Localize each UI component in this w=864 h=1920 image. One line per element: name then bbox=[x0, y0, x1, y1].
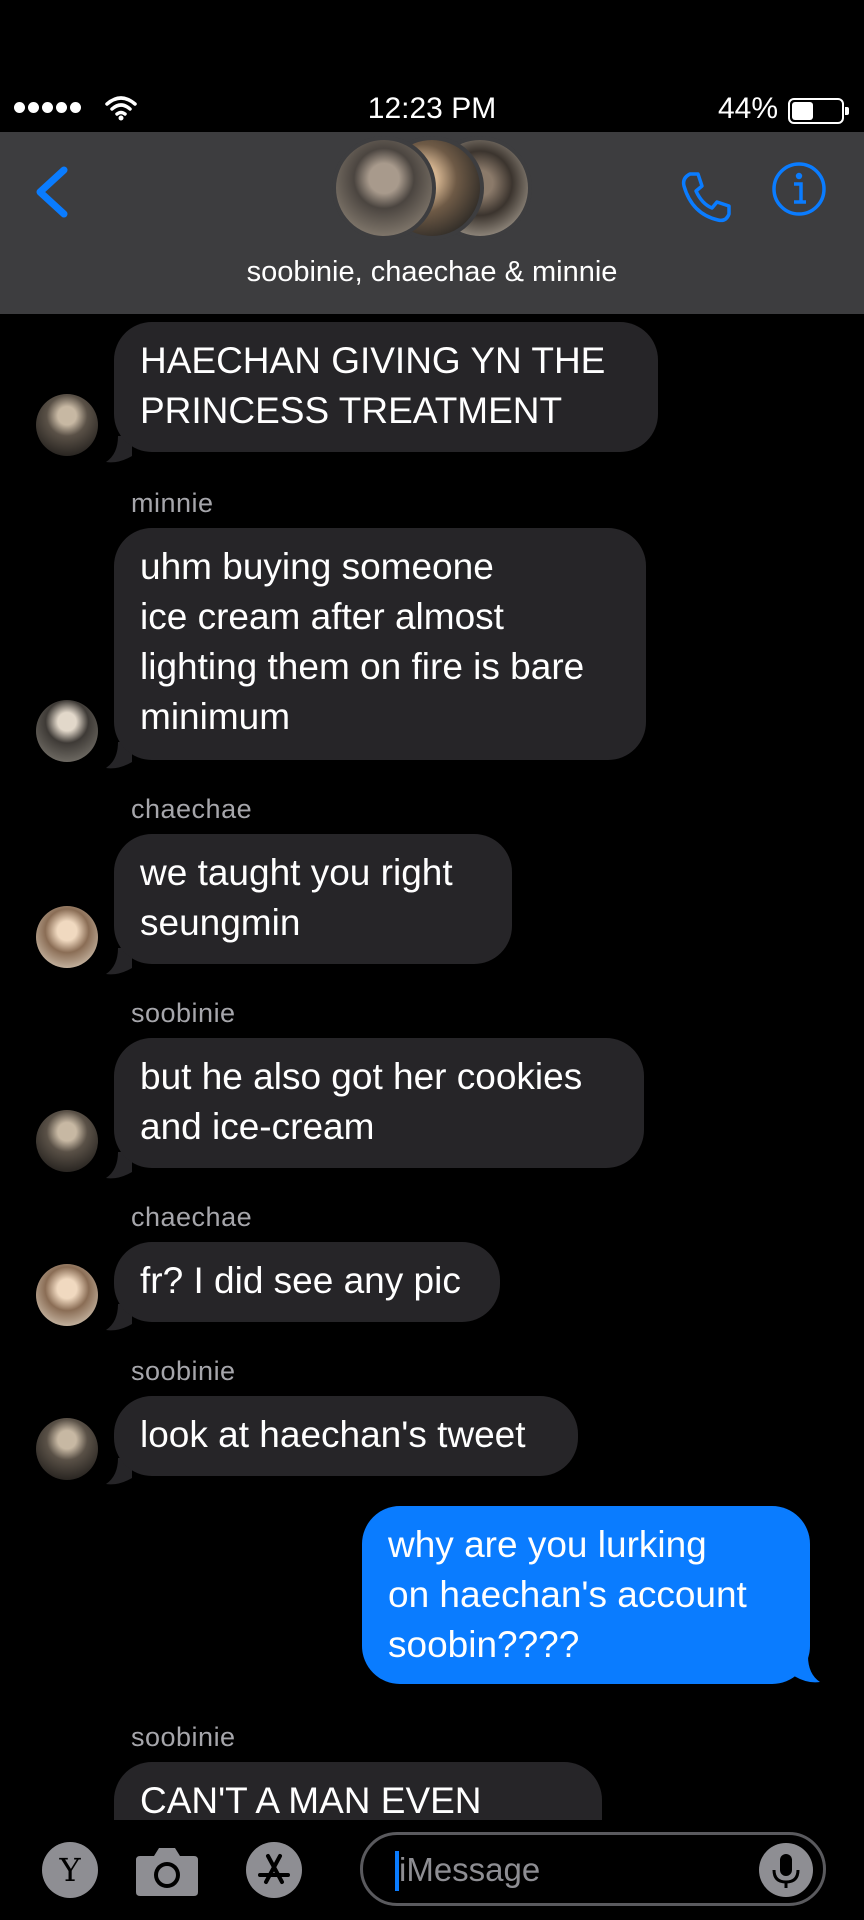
message-text: uhm buying someone ice cream after almos… bbox=[140, 546, 585, 737]
message-text: we taught you right seungmin bbox=[140, 852, 453, 943]
message-bubble[interactable]: but he also got her cookies and ice-crea… bbox=[114, 1038, 644, 1168]
composer-bar: Y iMessage bbox=[0, 1820, 864, 1920]
message-bubble[interactable]: uhm buying someone ice cream after almos… bbox=[114, 528, 646, 760]
sender-avatar[interactable] bbox=[36, 700, 98, 762]
status-bar: 12:23 PM 44% bbox=[0, 88, 864, 132]
app-store-icon[interactable] bbox=[246, 1842, 302, 1898]
sender-avatar[interactable] bbox=[36, 394, 98, 456]
chevron-left-icon[interactable] bbox=[28, 162, 78, 222]
message-text: but he also got her cookies and ice-crea… bbox=[140, 1056, 583, 1147]
message-text: why are you lurking on haechan's account… bbox=[388, 1524, 747, 1665]
battery-level bbox=[792, 102, 814, 120]
message-text: fr? I did see any pic bbox=[140, 1260, 461, 1301]
message-text: CAN'T A MAN EVEN bbox=[140, 1780, 482, 1820]
battery-icon bbox=[788, 98, 849, 124]
conversation-header: soobinie, chaechae & minnie bbox=[0, 132, 864, 314]
message-text: HAECHAN GIVING YN THE PRINCESS TREATMENT bbox=[140, 340, 606, 431]
sender-name: chaechae bbox=[131, 794, 253, 824]
sender-name: soobinie bbox=[131, 998, 236, 1028]
battery-percent: 44% bbox=[717, 92, 778, 125]
message-bubble-outgoing[interactable]: why are you lurking on haechan's account… bbox=[362, 1506, 810, 1684]
phone-icon[interactable] bbox=[676, 168, 734, 226]
message-input-placeholder: iMessage bbox=[399, 1851, 541, 1888]
message-bubble[interactable]: we taught you right seungmin bbox=[114, 834, 512, 964]
sender-avatar[interactable] bbox=[36, 1264, 98, 1326]
message-bubble[interactable]: HAECHAN GIVING YN THE PRINCESS TREATMENT bbox=[114, 322, 658, 452]
y-app-button[interactable]: Y bbox=[42, 1842, 98, 1898]
group-avatars[interactable] bbox=[332, 136, 532, 240]
message-list[interactable]: HAECHAN GIVING YN THE PRINCESS TREATMENT… bbox=[0, 314, 864, 1820]
sender-name: soobinie bbox=[131, 1356, 236, 1386]
camera-icon[interactable] bbox=[134, 1840, 200, 1900]
message-text: look at haechan's tweet bbox=[140, 1414, 526, 1455]
message-bubble[interactable]: look at haechan's tweet bbox=[114, 1396, 578, 1476]
sender-name: minnie bbox=[131, 488, 214, 518]
message-bubble[interactable]: fr? I did see any pic bbox=[114, 1242, 500, 1322]
message-bubble[interactable]: CAN'T A MAN EVEN bbox=[114, 1762, 602, 1820]
sender-avatar[interactable] bbox=[36, 1110, 98, 1172]
sender-avatar[interactable] bbox=[36, 1418, 98, 1480]
conversation-title[interactable]: soobinie, chaechae & minnie bbox=[0, 256, 864, 289]
message-input[interactable]: iMessage bbox=[360, 1832, 826, 1906]
sender-avatar[interactable] bbox=[36, 906, 98, 968]
microphone-icon[interactable] bbox=[759, 1843, 813, 1897]
group-avatar bbox=[332, 136, 436, 240]
sender-name: chaechae bbox=[131, 1202, 253, 1232]
sender-name: soobinie bbox=[131, 1722, 236, 1752]
info-icon[interactable] bbox=[770, 160, 828, 218]
